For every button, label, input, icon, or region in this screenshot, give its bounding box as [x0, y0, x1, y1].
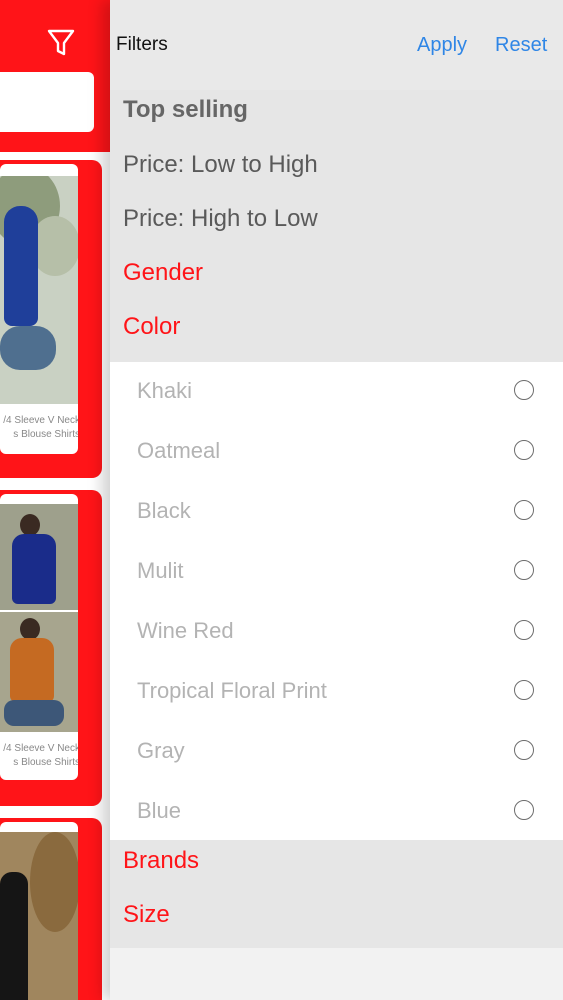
color-option-label: Black: [137, 498, 191, 523]
filters-title: Filters: [116, 34, 168, 55]
product-title: /4 Sleeve V Neck s Blouse Shirts: [0, 414, 78, 442]
sort-option-price-low-high[interactable]: Price: Low to High: [123, 150, 318, 180]
color-option-black[interactable]: Black: [110, 482, 563, 542]
category-color[interactable]: Color: [123, 312, 180, 342]
color-option-label: Oatmeal: [137, 438, 221, 463]
category-gender[interactable]: Gender: [123, 258, 203, 288]
filters-navbar: Filters Apply Reset: [110, 0, 563, 90]
product-title-line2: s Blouse Shirts: [13, 429, 78, 440]
color-option-label: Mulit: [137, 558, 184, 583]
color-option-gray[interactable]: Gray: [110, 722, 563, 782]
product-photo: [0, 176, 78, 404]
product-card-body: /4 Sleeve V Neck s Blouse Shirts: [0, 494, 78, 780]
product-card-body: /4 Sleeve V Neck s Blouse Shirts: [0, 164, 78, 454]
color-option-khaki[interactable]: Khaki: [110, 362, 563, 422]
product-title: /4 Sleeve V Neck s Blouse Shirts: [0, 742, 78, 770]
color-option-mulit[interactable]: Mulit: [110, 542, 563, 602]
filter-icon: [47, 29, 75, 56]
radio-button[interactable]: [514, 440, 534, 460]
list-header: [0, 0, 110, 152]
sort-option-top-selling[interactable]: Top selling: [123, 95, 248, 125]
product-title-line1: /4 Sleeve V Neck: [3, 415, 78, 426]
filters-panel: Filters Apply Reset Top selling Price: L…: [110, 0, 563, 1000]
product-title-line1: /4 Sleeve V Neck: [3, 743, 78, 754]
color-option-oatmeal[interactable]: Oatmeal: [110, 422, 563, 482]
product-card[interactable]: /4 Sleeve V Neck s Blouse Shirts: [0, 490, 102, 806]
product-photo: [0, 612, 78, 732]
color-option-label: Gray: [137, 738, 185, 763]
category-brands[interactable]: Brands: [123, 846, 199, 876]
radio-button[interactable]: [514, 500, 534, 520]
radio-button[interactable]: [514, 380, 534, 400]
product-list-background: /4 Sleeve V Neck s Blouse Shirts /4 Slee…: [0, 0, 120, 1000]
color-option-label: Tropical Floral Print: [137, 678, 327, 703]
apply-button[interactable]: Apply: [417, 34, 467, 57]
radio-button[interactable]: [514, 620, 534, 640]
radio-button[interactable]: [514, 800, 534, 820]
sort-option-price-high-low[interactable]: Price: High to Low: [123, 204, 318, 234]
color-option-wine-red[interactable]: Wine Red: [110, 602, 563, 662]
product-title-line2: s Blouse Shirts: [13, 757, 78, 768]
sort-options: Top selling Price: Low to High Price: Hi…: [110, 90, 563, 362]
reset-button[interactable]: Reset: [495, 34, 547, 57]
search-field[interactable]: [0, 72, 94, 132]
product-photo: [0, 504, 78, 610]
more-categories: Brands Size: [110, 840, 563, 948]
product-card-body: [0, 822, 78, 1000]
product-card[interactable]: /4 Sleeve V Neck s Blouse Shirts: [0, 160, 102, 478]
color-option-tropical-floral-print[interactable]: Tropical Floral Print: [110, 662, 563, 722]
color-option-label: Wine Red: [137, 618, 234, 643]
radio-button[interactable]: [514, 740, 534, 760]
color-option-blue[interactable]: Blue: [110, 782, 563, 842]
color-options-list: Khaki Oatmeal Black Mulit Wine Red Tropi…: [110, 362, 563, 840]
color-option-label: Khaki: [137, 378, 193, 403]
filter-button[interactable]: [44, 26, 78, 60]
product-photo: [0, 832, 78, 1000]
radio-button[interactable]: [514, 560, 534, 580]
product-card[interactable]: [0, 818, 102, 1000]
color-option-label: Blue: [137, 798, 182, 823]
radio-button[interactable]: [514, 680, 534, 700]
category-size[interactable]: Size: [123, 900, 170, 930]
